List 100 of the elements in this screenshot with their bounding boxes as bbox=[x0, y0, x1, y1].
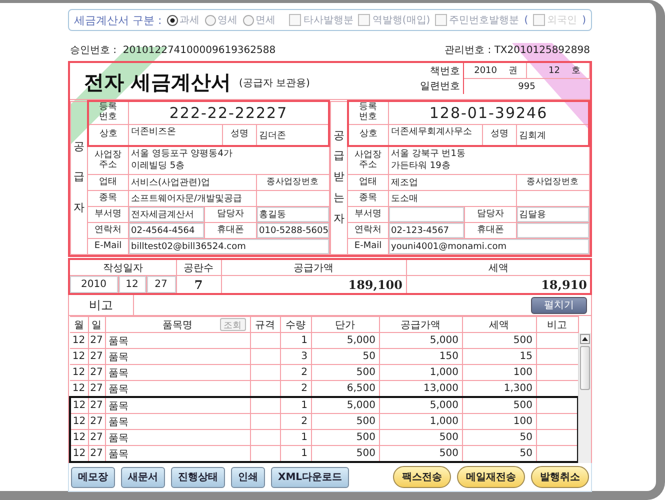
field-label: 등록번호 bbox=[348, 101, 388, 124]
table-cell: 15 bbox=[462, 348, 536, 364]
field-label: 담당자 bbox=[464, 206, 516, 222]
table-row[interactable]: 12 27 품목 1 5,000 5,000 500 bbox=[70, 397, 578, 414]
action-button[interactable]: 인쇄 bbox=[231, 466, 265, 488]
field-label: 성명 bbox=[222, 124, 256, 146]
checkbox-icon[interactable] bbox=[289, 14, 302, 26]
field-label: 종사업장번호 bbox=[516, 174, 589, 190]
field-label: 휴대폰 bbox=[464, 222, 516, 238]
field-value: 도소매 bbox=[388, 190, 516, 206]
table-cell: 27 bbox=[88, 380, 105, 397]
field-value: 소프트웨어자문/개발및공급 bbox=[128, 190, 256, 206]
field-label: 종목 bbox=[88, 190, 128, 206]
table-cell: 품목 bbox=[105, 430, 250, 446]
action-button[interactable]: 새문서 bbox=[121, 466, 165, 488]
action-button[interactable]: 메모장 bbox=[71, 466, 115, 488]
table-cell: 1 bbox=[280, 446, 311, 462]
field-label: 등록번호 bbox=[88, 101, 128, 124]
table-cell: 5,000 bbox=[379, 397, 462, 414]
scroll-up-icon[interactable] bbox=[580, 334, 590, 344]
field-label: 휴대폰 bbox=[204, 222, 256, 238]
field-value: 2010 bbox=[464, 63, 500, 78]
parenthesis: ( bbox=[524, 14, 528, 26]
address-line: 이레빌딩 5층 bbox=[131, 160, 186, 172]
table-cell: 27 bbox=[88, 364, 105, 380]
table-cell: 3 bbox=[280, 348, 311, 364]
radio-icon[interactable] bbox=[242, 14, 254, 26]
table-cell: 50 bbox=[462, 446, 536, 462]
field-label: 일련번호 bbox=[413, 78, 464, 94]
table-cell: 150 bbox=[379, 348, 462, 364]
column-header: 품목명 bbox=[162, 320, 192, 330]
table-row[interactable]: 12 27 품목 2 500 1,000 100 bbox=[70, 414, 578, 430]
table-cell: 500 bbox=[462, 397, 536, 414]
scrollbar[interactable] bbox=[578, 333, 591, 463]
table-row[interactable]: 12 27 품목 1 500 500 50 bbox=[70, 430, 578, 446]
field-label: 업태 bbox=[88, 174, 128, 190]
field-label: 상호 bbox=[88, 124, 128, 146]
radio-icon[interactable] bbox=[166, 14, 178, 26]
table-cell: 12 bbox=[70, 348, 88, 364]
field-value: 995 bbox=[464, 78, 590, 94]
table-cell: 500 bbox=[379, 446, 462, 462]
checkbox-icon[interactable] bbox=[358, 14, 370, 26]
field-value: youni4001@monami.com bbox=[388, 238, 589, 254]
table-cell: 27 bbox=[88, 397, 105, 414]
column-header: 일 bbox=[88, 316, 105, 332]
table-cell: 품목 bbox=[105, 414, 250, 430]
table-cell: 100 bbox=[462, 414, 536, 430]
table-cell: 12 bbox=[70, 332, 88, 348]
field-label: E-Mail bbox=[348, 238, 388, 254]
column-header: 월 bbox=[70, 316, 88, 332]
action-button[interactable]: 진행상태 bbox=[171, 466, 225, 488]
side-label: 공급자 bbox=[70, 101, 88, 254]
field-value: 더존세무회계사무소 bbox=[388, 124, 482, 146]
column-header: 작성일자 bbox=[69, 259, 176, 276]
field-value: billtest02@bill36524.com bbox=[128, 238, 329, 254]
table-cell: 12 bbox=[70, 364, 88, 380]
table-cell: 500 bbox=[462, 332, 536, 348]
action-button[interactable]: 팩스전송 bbox=[393, 466, 451, 488]
field-unit: 호 bbox=[563, 63, 590, 78]
table-cell: 품목 bbox=[105, 364, 250, 380]
table-cell: 500 bbox=[311, 430, 379, 446]
table-cell: 27 bbox=[88, 348, 105, 364]
table-cell: 12 bbox=[70, 446, 88, 462]
action-button[interactable]: 메일재전송 bbox=[457, 466, 525, 488]
table-cell: 2 bbox=[280, 364, 311, 380]
table-row[interactable]: 12 27 품목 3 50 150 15 bbox=[70, 348, 578, 364]
table-cell: 500 bbox=[379, 430, 462, 446]
table-cell: 27 bbox=[88, 430, 105, 446]
table-cell: 1,000 bbox=[379, 364, 462, 380]
table-row[interactable]: 12 27 품목 1 500 500 50 bbox=[70, 446, 578, 462]
field-value: 02-4564-4564 bbox=[128, 222, 204, 238]
field-label: 연락처 bbox=[88, 222, 128, 238]
field-value: 제조업 bbox=[388, 174, 516, 190]
table-row[interactable]: 12 27 품목 2 500 1,000 100 bbox=[70, 364, 578, 380]
field-unit: 권 bbox=[500, 63, 526, 78]
field-value: 전자세금계산서 bbox=[128, 206, 204, 222]
invoice-subtitle: (공급자 보관용) bbox=[238, 76, 310, 90]
field-label: 종목 bbox=[348, 190, 388, 206]
field-label: 성명 bbox=[482, 124, 516, 146]
field-value: 더존비즈온 bbox=[128, 124, 222, 146]
table-cell: 12 bbox=[70, 414, 88, 430]
table-cell: 1 bbox=[280, 430, 311, 446]
action-button[interactable]: XML다운로드 bbox=[271, 466, 350, 488]
checkbox-icon[interactable] bbox=[435, 14, 448, 26]
radio-icon[interactable] bbox=[204, 14, 216, 26]
field-label: 연락처 bbox=[348, 222, 388, 238]
table-cell: 50 bbox=[311, 348, 379, 364]
action-button[interactable]: 발행취소 bbox=[531, 466, 589, 488]
side-label: 공급받는자 bbox=[330, 101, 348, 254]
column-header: 공란수 bbox=[176, 259, 222, 276]
table-row[interactable]: 12 27 품목 1 5,000 5,000 500 bbox=[70, 332, 578, 348]
field-label: 상호 bbox=[348, 124, 388, 146]
field-label: 종사업장번호 bbox=[256, 174, 329, 190]
table-cell: 2 bbox=[280, 414, 311, 430]
table-cell: 1 bbox=[280, 332, 311, 348]
field-value: 서비스(사업관련)업 bbox=[128, 174, 256, 190]
table-cell: 5,000 bbox=[311, 397, 379, 414]
table-cell: 1,000 bbox=[379, 414, 462, 430]
date-month: 12 bbox=[118, 276, 146, 294]
scroll-thumb[interactable] bbox=[580, 346, 590, 390]
